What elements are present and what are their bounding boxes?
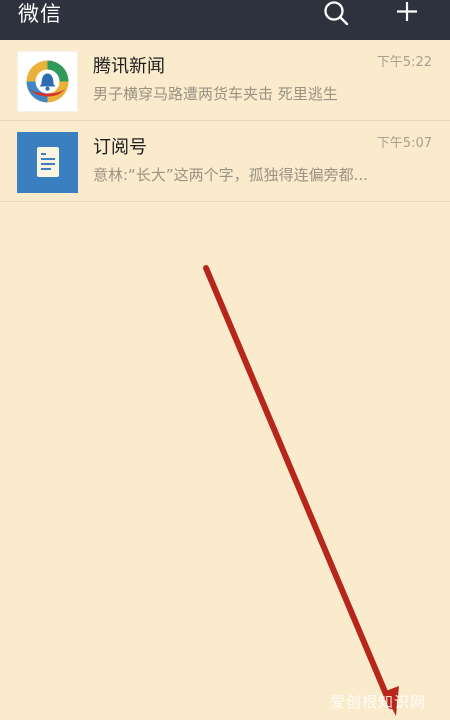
top-bar: 微信 [0,0,450,40]
subscription-icon [17,132,78,193]
chat-item-subscriptions[interactable]: 订阅号 意林:“长大”这两个字，孤独得连偏旁都... 下午5:07 [0,121,450,202]
chat-item-tencent-news[interactable]: 腾讯新闻 男子横穿马路遭两货车夹击 死里逃生 下午5:22 [0,40,450,121]
subscription-avatar [17,132,78,193]
chat-time: 下午5:07 [376,136,432,151]
chat-preview: 男子横穿马路遭两货车夹击 死里逃生 [93,85,338,103]
tencent-news-logo [16,50,79,113]
chat-name: 腾讯新闻 [93,56,165,77]
chat-time: 下午5:22 [376,55,432,70]
app-title: 微信 [18,2,62,26]
chat-name: 订阅号 [93,137,147,158]
plus-icon [397,2,417,21]
watermark-text: 爱创根知识网 [329,693,426,711]
chat-preview: 意林:“长大”这两个字，孤独得连偏旁都... [93,166,368,184]
search-button[interactable] [318,0,354,28]
tencent-news-avatar [16,50,79,113]
chat-list: 腾讯新闻 男子横穿马路遭两货车夹击 死里逃生 下午5:22 订阅号 意林:“长大… [0,40,450,202]
add-button[interactable] [392,0,422,26]
search-icon [324,1,349,26]
